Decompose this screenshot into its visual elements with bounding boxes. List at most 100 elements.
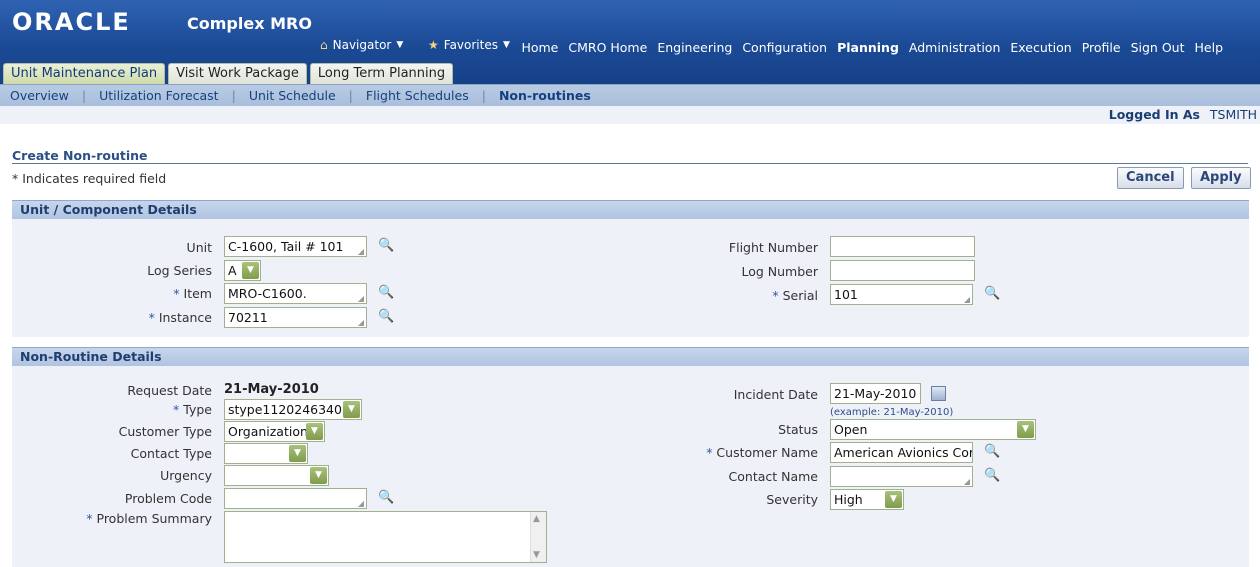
search-icon[interactable]: 🔍 [984, 468, 1000, 483]
urgency-select[interactable]: ▼ [224, 465, 329, 486]
separator: | [348, 88, 353, 103]
subnav-utilization-forecast[interactable]: Utilization Forecast [99, 88, 219, 103]
scroll-down-icon[interactable]: ▼ [533, 550, 540, 560]
request-date-label: Request Date [127, 383, 212, 398]
chevron-down-icon: ▼ [885, 491, 902, 508]
calendar-icon[interactable] [931, 386, 946, 401]
cancel-button[interactable]: Cancel [1117, 167, 1184, 189]
type-select[interactable]: stype11202463402 ▼ [224, 399, 362, 420]
global-nav-home[interactable]: Home [521, 40, 558, 55]
app-header: ORACLE Complex MRO ⌂ Navigator ▼ ★ Favor… [0, 0, 1260, 85]
star-icon: ★ [428, 38, 439, 52]
section-header: Unit / Component Details [12, 200, 1249, 219]
request-date-value: 21-May-2010 [224, 382, 319, 397]
item-field[interactable]: MRO-C1600. ◢ [224, 283, 367, 304]
global-nav-sign-out[interactable]: Sign Out [1131, 40, 1185, 55]
chevron-down-icon: ▼ [396, 40, 404, 50]
date-format-hint: (example: 21-May-2010) [830, 407, 954, 418]
resize-grip-icon: ◢ [963, 477, 970, 486]
customer-name-field[interactable]: American Avionics Corpo [830, 442, 973, 463]
contact-type-select[interactable]: ▼ [224, 443, 308, 464]
chevron-down-icon: ▼ [502, 40, 510, 50]
severity-label: Severity [766, 492, 818, 507]
log-series-select[interactable]: A ▼ [224, 260, 261, 281]
home-icon: ⌂ [320, 38, 328, 52]
tab-unit-maintenance-plan[interactable]: Unit Maintenance Plan [3, 63, 166, 85]
global-nav-cmro-home[interactable]: CMRO Home [568, 40, 647, 55]
status-select[interactable]: Open ▼ [830, 419, 1036, 440]
navigator-menu[interactable]: ⌂ Navigator ▼ [320, 38, 403, 52]
serial-field[interactable]: 101 ◢ [830, 284, 973, 305]
separator: | [481, 88, 486, 103]
subnav-overview[interactable]: Overview [10, 88, 69, 103]
favorites-menu[interactable]: ★ Favorites ▼ [428, 38, 510, 52]
search-icon[interactable]: 🔍 [378, 490, 394, 505]
subnav-unit-schedule[interactable]: Unit Schedule [249, 88, 336, 103]
customer-name-label: * Customer Name [706, 445, 818, 460]
subnav-flight-schedules[interactable]: Flight Schedules [366, 88, 469, 103]
search-icon[interactable]: 🔍 [378, 285, 394, 300]
app-name: Complex MRO [187, 14, 312, 33]
customer-type-label: Customer Type [118, 424, 212, 439]
flight-number-label: Flight Number [728, 240, 818, 255]
severity-select[interactable]: High ▼ [830, 489, 904, 510]
unit-label: Unit [186, 240, 212, 255]
separator: | [231, 88, 236, 103]
tab-visit-work-package[interactable]: Visit Work Package [168, 63, 307, 85]
section-header: Non-Routine Details [12, 347, 1249, 366]
global-nav-configuration[interactable]: Configuration [742, 40, 827, 55]
search-icon[interactable]: 🔍 [378, 309, 394, 324]
instance-label: * Instance [148, 310, 212, 325]
serial-label: * Serial [772, 288, 818, 303]
navigator-label: Navigator [332, 38, 392, 52]
problem-code-field[interactable]: ◢ [224, 488, 367, 509]
chevron-down-icon: ▼ [310, 467, 327, 484]
resize-grip-icon: ◢ [357, 247, 364, 256]
instance-field[interactable]: 70211 ◢ [224, 307, 367, 328]
search-icon[interactable]: 🔍 [984, 444, 1000, 459]
contact-name-field[interactable]: ◢ [830, 466, 973, 487]
problem-summary-label: * Problem Summary [86, 511, 212, 526]
problem-summary-textarea[interactable]: ▲ ▼ [224, 511, 547, 563]
search-icon[interactable]: 🔍 [984, 286, 1000, 301]
incident-date-field[interactable]: 21-May-2010 [830, 383, 921, 404]
tab-long-term-planning[interactable]: Long Term Planning [309, 63, 454, 85]
contact-type-label: Contact Type [130, 446, 212, 461]
subnav-non-routines[interactable]: Non-routines [499, 88, 591, 103]
resize-grip-icon: ◢ [357, 294, 364, 303]
log-series-label: Log Series [147, 263, 212, 278]
logged-in-label: Logged In As [1108, 107, 1200, 122]
chevron-down-icon: ▼ [343, 401, 360, 418]
problem-code-label: Problem Code [124, 491, 212, 506]
oracle-logo: ORACLE [12, 8, 131, 36]
tab-bar: Unit Maintenance Plan Visit Work Package… [3, 63, 454, 85]
separator: | [81, 88, 87, 103]
customer-type-select[interactable]: Organization ▼ [224, 421, 325, 442]
status-label: Status [778, 422, 818, 437]
global-nav-profile[interactable]: Profile [1082, 40, 1121, 55]
scroll-up-icon[interactable]: ▲ [533, 514, 540, 524]
apply-button[interactable]: Apply [1191, 167, 1251, 189]
unit-field[interactable]: C-1600, Tail # 101 ◢ [224, 236, 367, 257]
resize-grip-icon: ◢ [963, 295, 970, 304]
resize-grip-icon: ◢ [357, 318, 364, 327]
log-number-label: Log Number [741, 264, 818, 279]
page-title: Create Non-routine [12, 148, 148, 163]
sub-nav: Overview | Utilization Forecast | Unit S… [0, 84, 1260, 106]
chevron-down-icon: ▼ [1017, 421, 1034, 438]
scrollbar[interactable]: ▲ ▼ [530, 512, 546, 562]
global-nav-execution[interactable]: Execution [1010, 40, 1071, 55]
flight-number-field[interactable] [830, 236, 975, 257]
log-number-field[interactable] [830, 260, 975, 281]
global-nav-administration[interactable]: Administration [909, 40, 1000, 55]
title-divider [12, 163, 1248, 164]
global-nav-help[interactable]: Help [1195, 40, 1224, 55]
favorites-label: Favorites [443, 38, 498, 52]
global-nav-engineering[interactable]: Engineering [657, 40, 732, 55]
global-nav-planning[interactable]: Planning [837, 40, 899, 55]
search-icon[interactable]: 🔍 [378, 238, 394, 253]
type-label: * Type [173, 402, 212, 417]
chevron-down-icon: ▼ [242, 262, 259, 279]
chevron-down-icon: ▼ [306, 423, 323, 440]
urgency-label: Urgency [160, 468, 212, 483]
